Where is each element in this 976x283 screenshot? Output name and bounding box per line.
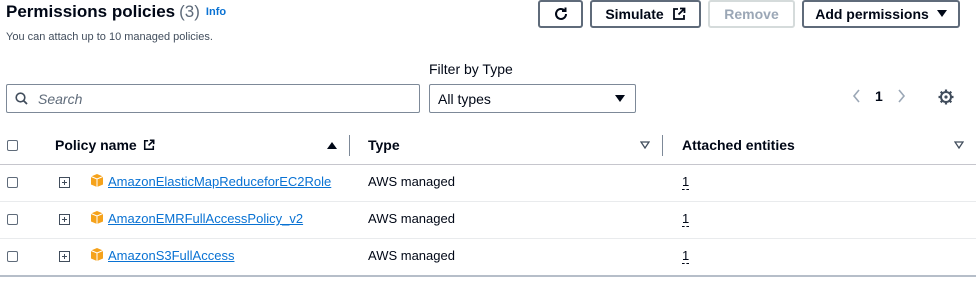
attached-entities-count[interactable]: 1 — [682, 174, 690, 190]
add-permissions-button[interactable]: Add permissions — [802, 0, 960, 28]
search-input[interactable] — [36, 89, 400, 108]
expand-icon[interactable] — [59, 214, 70, 225]
table-row: AmazonElasticMapReduceforEC2Role AWS man… — [0, 165, 976, 202]
expand-icon[interactable] — [59, 177, 70, 188]
remove-button[interactable]: Remove — [708, 0, 795, 28]
policy-name-link[interactable]: AmazonEMRFullAccessPolicy_v2 — [108, 211, 303, 226]
pagination: 1 — [852, 88, 906, 104]
row-checkbox[interactable] — [7, 214, 18, 225]
caret-down-icon — [615, 94, 625, 102]
column-policy-name[interactable]: Policy name — [55, 137, 155, 153]
table-row: AmazonEMRFullAccessPolicy_v2 AWS managed… — [0, 202, 976, 239]
sort-ascending-icon[interactable] — [327, 141, 337, 149]
type-filter-select[interactable]: All types — [429, 84, 636, 113]
policy-count: (3) — [179, 2, 200, 21]
select-all-checkbox[interactable] — [7, 140, 18, 151]
title-text: Permissions policies — [6, 2, 176, 21]
refresh-icon — [554, 7, 567, 20]
simulate-label: Simulate — [605, 6, 664, 22]
attached-entities-count[interactable]: 1 — [682, 211, 690, 227]
policy-type: AWS managed — [368, 211, 455, 226]
policy-name-link[interactable]: AmazonElasticMapReduceforEC2Role — [108, 174, 331, 189]
external-link-icon — [672, 7, 686, 20]
simulate-button[interactable]: Simulate — [590, 0, 701, 28]
policy-name-link[interactable]: AmazonS3FullAccess — [108, 248, 234, 263]
type-filter-value: All types — [438, 90, 491, 107]
policy-box-icon — [90, 248, 104, 261]
gear-icon — [938, 89, 954, 105]
search-icon — [15, 92, 28, 105]
search-field[interactable] — [6, 84, 420, 113]
column-type[interactable]: Type — [368, 137, 400, 153]
policy-type: AWS managed — [368, 174, 455, 189]
policy-box-icon — [90, 174, 104, 187]
current-page[interactable]: 1 — [875, 88, 883, 104]
sort-icon[interactable] — [954, 141, 964, 149]
filter-by-type-label: Filter by Type — [429, 61, 513, 77]
chevron-left-icon[interactable] — [852, 89, 861, 103]
policy-type: AWS managed — [368, 248, 455, 263]
policy-box-icon — [90, 211, 104, 224]
caret-down-icon — [936, 10, 947, 17]
table-row: AmazonS3FullAccess AWS managed 1 — [0, 239, 976, 277]
attached-entities-count[interactable]: 1 — [682, 248, 690, 264]
row-checkbox[interactable] — [7, 251, 18, 262]
page-title: Permissions policies (3) Info — [6, 2, 226, 22]
page-subtitle: You can attach up to 10 managed policies… — [6, 31, 213, 43]
expand-icon[interactable] — [59, 251, 70, 262]
policies-table: Policy name Type Attached entities Amazo… — [0, 127, 976, 277]
sort-icon[interactable] — [640, 141, 650, 149]
remove-label: Remove — [724, 6, 779, 22]
info-link[interactable]: Info — [206, 6, 226, 18]
preferences-button[interactable] — [938, 89, 954, 110]
column-header-label: Policy name — [55, 137, 137, 153]
add-permissions-label: Add permissions — [815, 6, 929, 22]
column-attached-entities[interactable]: Attached entities — [682, 137, 795, 153]
external-link-icon — [143, 139, 155, 151]
column-divider[interactable] — [349, 135, 350, 156]
refresh-button[interactable] — [538, 0, 583, 28]
chevron-right-icon[interactable] — [897, 89, 906, 103]
table-header: Policy name Type Attached entities — [0, 127, 976, 165]
column-divider[interactable] — [662, 135, 663, 156]
row-checkbox[interactable] — [7, 177, 18, 188]
